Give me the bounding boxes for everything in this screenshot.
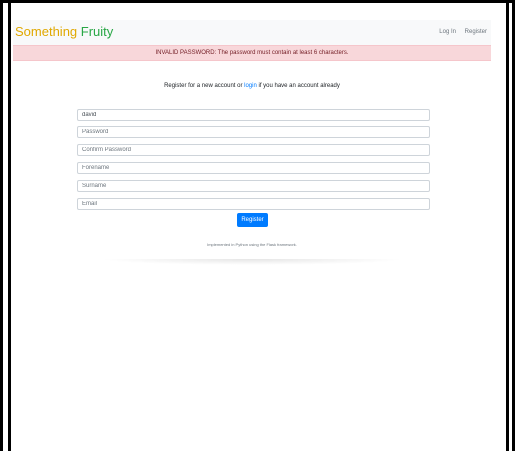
forename-input[interactable] — [77, 162, 430, 174]
nav-register-link[interactable]: Register — [465, 29, 487, 35]
brand-logo[interactable]: Something Fruity — [15, 24, 113, 40]
register-button[interactable]: Register — [237, 213, 268, 227]
footer-text: Implemented in Python using the Flask fr… — [207, 242, 297, 247]
page-content — [11, 3, 506, 451]
email-input[interactable] — [77, 198, 430, 210]
footer-shadow — [100, 259, 405, 265]
right-border — [506, 3, 509, 451]
username-input[interactable] — [77, 109, 430, 121]
nav-login-link[interactable]: Log In — [439, 29, 456, 35]
intro-text-before: Register for a new account or — [164, 83, 245, 89]
nav-links: Log In Register — [432, 29, 487, 35]
brand-word-fruity: Fruity — [80, 24, 114, 39]
login-link[interactable]: login — [244, 83, 257, 89]
brand-word-something: Something — [15, 24, 78, 39]
register-intro: Register for a new account or login if y… — [13, 83, 491, 89]
surname-input[interactable] — [77, 180, 430, 192]
confirm-password-input[interactable] — [77, 144, 430, 156]
password-input[interactable] — [77, 126, 430, 138]
error-alert: INVALID PASSWORD: The password must cont… — [13, 45, 491, 61]
navbar: Something Fruity Log In Register — [13, 20, 491, 45]
intro-text-after: if you have an account already — [256, 83, 340, 89]
